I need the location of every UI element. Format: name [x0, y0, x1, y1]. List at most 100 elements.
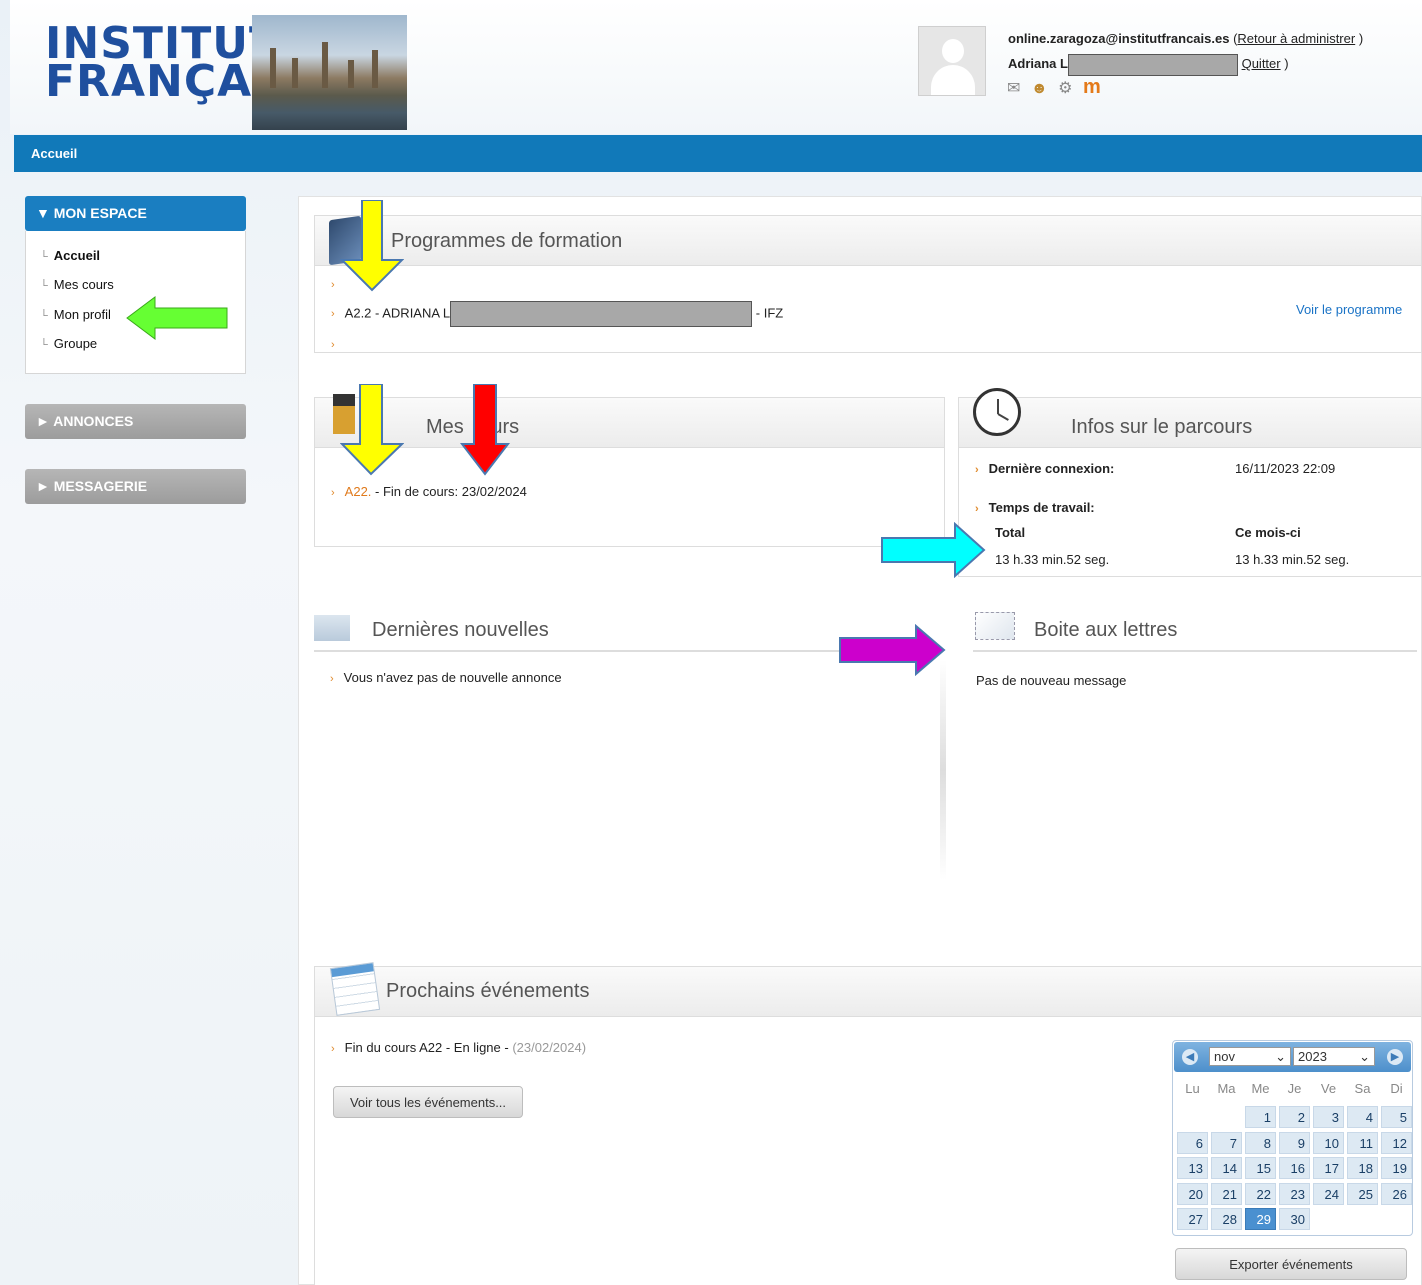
bullet-icon: › [331, 279, 335, 291]
annotation-arrow-green [126, 296, 228, 340]
view-programme-link[interactable]: Voir le programme [1296, 302, 1402, 317]
calendar-day[interactable]: 9 [1279, 1131, 1310, 1154]
calendar-day[interactable]: 20 [1177, 1182, 1208, 1205]
calendar-day[interactable]: 17 [1313, 1157, 1344, 1179]
user-info: online.zaragoza@institutfrancais.es (Ret… [1008, 26, 1363, 76]
calendar-day[interactable]: 25 [1347, 1182, 1378, 1205]
calendar-weekday: Sa [1354, 1081, 1371, 1096]
mailbox-title: Boite aux lettres [1034, 619, 1178, 641]
calendar-icon [329, 962, 381, 1016]
calendar-day[interactable]: 13 [1177, 1157, 1208, 1179]
calendar-day[interactable]: 21 [1211, 1182, 1242, 1205]
work-time-label: › Temps de travail: [975, 500, 1095, 515]
redaction-box [1067, 53, 1238, 76]
mail-icon[interactable]: ✉ [1007, 80, 1020, 97]
programmes-box: Programmes de formation › › A2.2 - ADRIAN… [314, 215, 1422, 353]
sidebar-item-accueil[interactable]: └ Accueil [40, 248, 100, 263]
mon-espace-header[interactable]: ▼ MON ESPACE [25, 196, 246, 231]
news-icon [314, 615, 350, 641]
mini-calendar: ◀ nov ⌄ 2023 ⌄ ▶ Lu Ma Me Je Ve Sa Di 1234567891… [1172, 1040, 1413, 1236]
annonces-header[interactable]: ► ANNONCES [25, 404, 246, 439]
clock-icon [973, 388, 1021, 436]
moodle-icon[interactable]: m [1083, 76, 1101, 98]
calendar-day[interactable]: 28 [1211, 1208, 1242, 1230]
calendar-day[interactable]: 8 [1245, 1131, 1276, 1154]
programme-entry-suffix: - IFZ [755, 305, 784, 321]
calendar-day[interactable]: 2 [1279, 1106, 1310, 1128]
total-value: 13 h.33 min.52 seg. [995, 552, 1110, 567]
calendar-day[interactable]: 7 [1211, 1131, 1242, 1154]
nav-home-tab[interactable]: Accueil [31, 146, 77, 161]
annotation-arrow-red [460, 384, 510, 476]
course-entry: › A22. - Fin de cours: 23/02/2024 [331, 484, 527, 499]
calendar-weekday: Di [1390, 1081, 1403, 1096]
event-date: (23/02/2024) [512, 1040, 587, 1055]
envelope-icon [975, 612, 1015, 640]
avatar[interactable] [918, 26, 986, 96]
calendar-weekday: Me [1251, 1081, 1270, 1096]
mailbox-empty: Pas de nouveau message [976, 673, 1127, 688]
calendar-day[interactable]: 1 [1245, 1106, 1276, 1128]
calendar-day[interactable]: 3 [1313, 1106, 1344, 1128]
calendar-day[interactable]: 4 [1347, 1106, 1378, 1128]
month-select[interactable]: nov ⌄ [1209, 1047, 1291, 1066]
year-select[interactable]: 2023 ⌄ [1293, 1047, 1375, 1066]
divider [973, 650, 1417, 652]
calendar-day[interactable]: 26 [1381, 1182, 1412, 1205]
calendar-day[interactable]: 23 [1279, 1182, 1310, 1205]
annotation-arrow-cyan [881, 522, 986, 578]
calendar-day[interactable]: 22 [1245, 1182, 1276, 1205]
calendar-day[interactable]: 12 [1381, 1131, 1412, 1154]
course-link[interactable]: A22. [345, 484, 372, 499]
quit-link[interactable]: Quitter [1242, 56, 1281, 71]
programmes-title: Programmes de formation [391, 230, 623, 252]
sidebar-item-groupe[interactable]: └ Groupe [40, 336, 97, 351]
calendar-day-today[interactable]: 29 [1245, 1208, 1276, 1230]
calendar-weekday: Ve [1320, 1081, 1337, 1096]
return-admin-link[interactable]: Retour à administrer [1237, 31, 1355, 46]
calendar-day[interactable]: 11 [1347, 1131, 1378, 1154]
sidebar-item-mon-profil[interactable]: └ Mon profil [40, 307, 111, 322]
calendar-day[interactable]: 16 [1279, 1157, 1310, 1179]
divider [940, 660, 946, 880]
calendar-day[interactable]: 14 [1211, 1157, 1242, 1179]
course-end-text: - Fin de cours: 23/02/2024 [371, 484, 527, 499]
sidebar-item-mes-cours[interactable]: └ Mes cours [40, 277, 114, 292]
calendar-day[interactable]: 24 [1313, 1182, 1344, 1205]
annotation-arrow-yellow [340, 200, 404, 292]
annotation-arrow-yellow [340, 384, 404, 476]
calendar-weekday: Je [1287, 1081, 1302, 1096]
calendar-day[interactable]: 5 [1381, 1106, 1412, 1128]
messagerie-header[interactable]: ► MESSAGERIE [25, 469, 246, 504]
prev-month-icon[interactable]: ◀ [1182, 1049, 1198, 1065]
calendar-weekday: Ma [1217, 1081, 1236, 1096]
mes-cours-box: Mes urs › A22. - Fin de cours: 23/02/2024 [314, 394, 945, 547]
calendar-day[interactable]: 27 [1177, 1208, 1208, 1230]
user-icons: ✉ ☻ ⚙ m [1007, 76, 1107, 99]
nav-bar: Accueil [14, 135, 1422, 172]
total-label: Total [995, 525, 1026, 540]
next-month-icon[interactable]: ▶ [1387, 1049, 1403, 1065]
calendar-day[interactable]: 19 [1381, 1157, 1412, 1179]
paren-close: ) [1358, 31, 1364, 46]
calendar-day[interactable]: 30 [1279, 1208, 1310, 1230]
mes-cours-title-a: Mes [426, 416, 464, 438]
gear-icon[interactable]: ⚙ [1058, 80, 1072, 97]
calendar-day[interactable]: 10 [1313, 1131, 1344, 1154]
calendar-day[interactable]: 18 [1347, 1157, 1378, 1179]
view-all-events-button[interactable]: Voir tous les événements... [333, 1086, 523, 1118]
redaction-box [450, 301, 753, 327]
bullet-icon: › [331, 339, 335, 351]
calendar-weekday: Lu [1185, 1081, 1200, 1096]
month-value: 13 h.33 min.52 seg. [1235, 552, 1350, 567]
user-email: online.zaragoza@institutfrancais.es [1008, 31, 1230, 46]
event-text: Fin du cours A22 - En ligne - [344, 1040, 513, 1055]
annotation-arrow-magenta [839, 624, 946, 676]
user-icon[interactable]: ☻ [1031, 80, 1048, 97]
calendar-day[interactable]: 6 [1177, 1131, 1208, 1154]
calendar-day[interactable]: 15 [1245, 1157, 1276, 1179]
infos-title: Infos sur le parcours [1071, 416, 1253, 438]
programme-entry: › A2.2 - ADRIANA L - IFZ [331, 301, 783, 327]
export-events-button[interactable]: Exporter événements [1175, 1248, 1407, 1280]
news-title: Dernières nouvelles [372, 619, 549, 641]
